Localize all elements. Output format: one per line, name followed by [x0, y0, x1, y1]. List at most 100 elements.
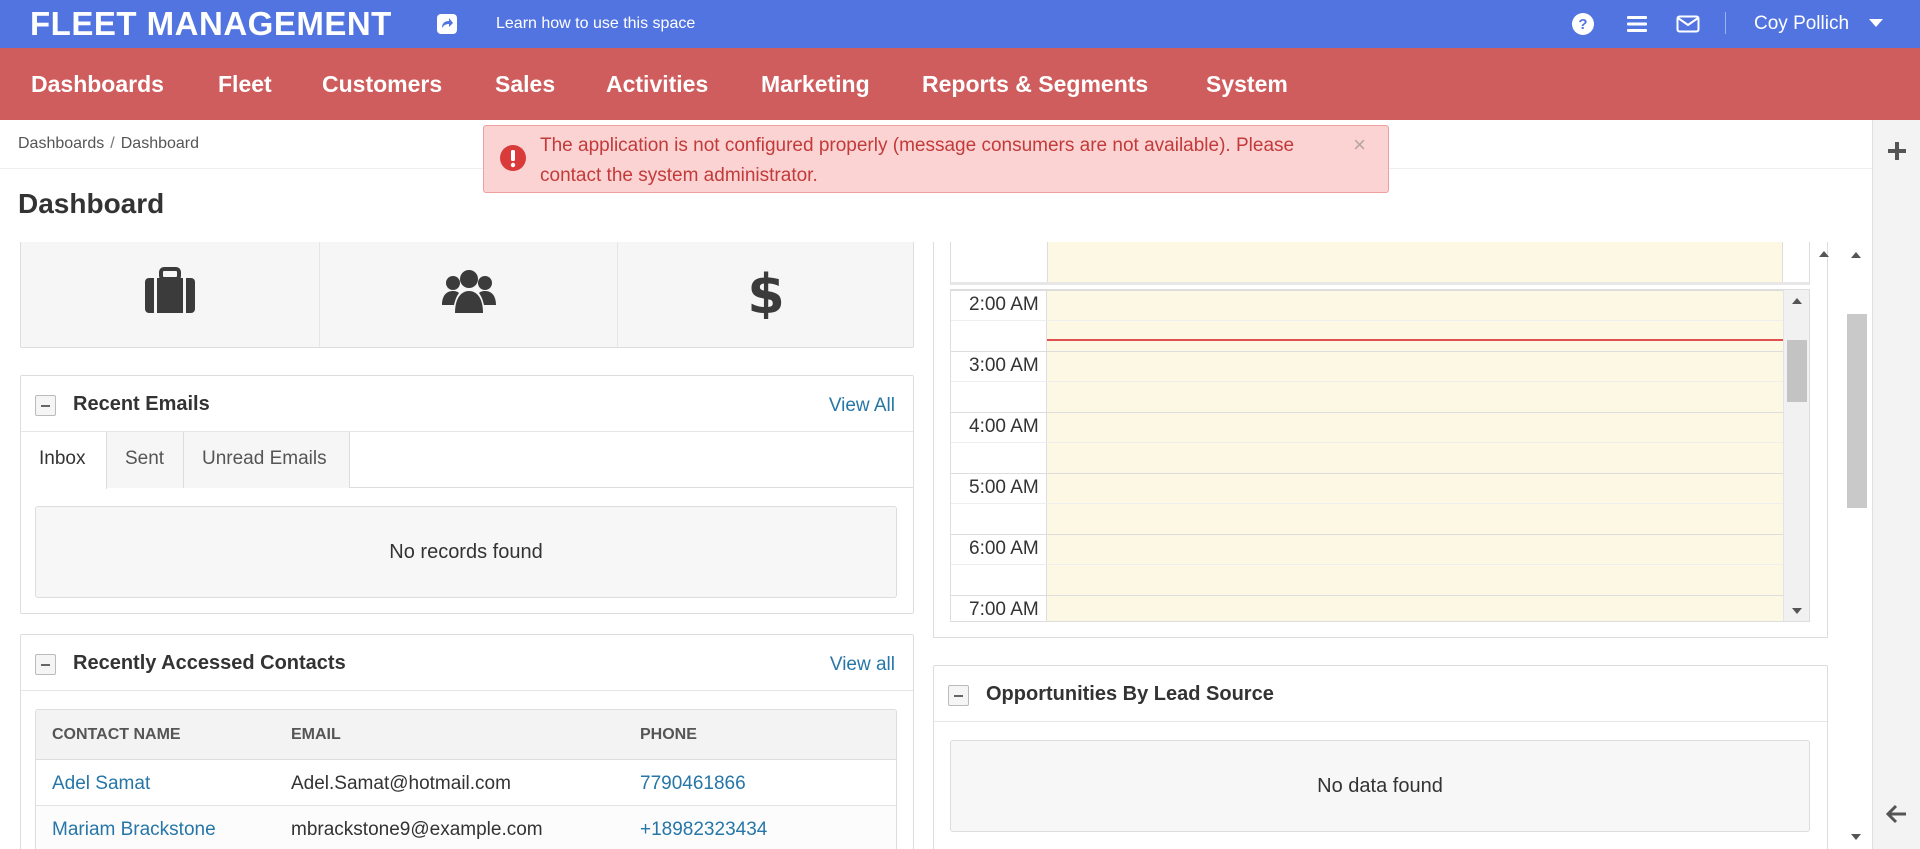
- widget-header: Recent Emails View All: [21, 376, 913, 432]
- calendar-scroll-thumb[interactable]: [1787, 340, 1807, 402]
- calendar-time-label: 4:00 AM: [969, 416, 1039, 437]
- caret-down-icon[interactable]: [1869, 19, 1883, 27]
- svg-text:?: ?: [1578, 16, 1587, 33]
- opportunities-by-lead-source-widget: Opportunities By Lead Source No data fou…: [933, 665, 1828, 849]
- page-scroll-thumb[interactable]: [1847, 314, 1867, 508]
- user-menu[interactable]: Coy Pollich: [1754, 13, 1849, 35]
- recent-emails-widget: Recent Emails View All Inbox Sent Unread…: [20, 375, 914, 614]
- menu-icon[interactable]: [1624, 11, 1650, 37]
- calendar-time-label: 7:00 AM: [969, 599, 1039, 620]
- recent-contacts-widget: Recently Accessed Contacts View all CONT…: [20, 634, 914, 849]
- svg-text:$: $: [747, 263, 785, 319]
- calendar-widget: 2:00 AM 3:00 AM 4:00 AM 5:00 AM 6:00 AM …: [933, 242, 1829, 638]
- collapse-button[interactable]: [948, 685, 969, 706]
- column-header-phone[interactable]: PHONE: [640, 726, 697, 744]
- breadcrumb-dashboards[interactable]: Dashboards: [18, 135, 104, 152]
- tab-inbox[interactable]: Inbox: [21, 432, 107, 489]
- tab-sent[interactable]: Sent: [107, 432, 184, 488]
- collapse-button[interactable]: [35, 395, 56, 416]
- nav-item-customers[interactable]: Customers: [322, 71, 442, 98]
- contact-email: Adel.Samat@hotmail.com: [291, 773, 511, 794]
- plus-icon[interactable]: [1886, 140, 1908, 162]
- breadcrumb-separator: /: [110, 135, 115, 152]
- nav-item-marketing[interactable]: Marketing: [761, 71, 870, 98]
- nav-item-reports-segments[interactable]: Reports & Segments: [922, 71, 1148, 98]
- widget-header: Recently Accessed Contacts View all: [21, 635, 913, 691]
- calendar-scrollbar[interactable]: [1783, 290, 1809, 621]
- current-time-indicator: [1047, 339, 1783, 341]
- users-icon: [441, 270, 496, 313]
- alert-message: The application is not configured proper…: [540, 135, 1295, 186]
- table-row[interactable]: Mariam Brackstone mbrackstone9@example.c…: [36, 806, 896, 849]
- page-title: Dashboard: [18, 188, 165, 219]
- nav-item-activities[interactable]: Activities: [606, 71, 708, 98]
- scroll-up-icon[interactable]: [1819, 251, 1829, 257]
- widget-title: Opportunities By Lead Source: [986, 683, 1274, 705]
- view-all-link[interactable]: View All: [829, 395, 895, 417]
- main-navigation: Dashboards Fleet Customers Sales Activit…: [0, 48, 1920, 120]
- calendar-all-day-row: [950, 242, 1829, 285]
- app-brand[interactable]: FLEET MANAGEMENT: [30, 5, 392, 43]
- tab-unread-emails[interactable]: Unread Emails: [184, 432, 350, 488]
- help-icon[interactable]: ?: [1570, 11, 1596, 37]
- dashboard-content: $ Recent Emails View All Inbox Sent Unre…: [0, 242, 1872, 849]
- table-row[interactable]: Adel Samat Adel.Samat@hotmail.com 779046…: [36, 760, 896, 806]
- calendar-half-hour-line: [951, 381, 1783, 382]
- quick-launch-contacts[interactable]: [319, 242, 617, 347]
- widget-title: Recently Accessed Contacts: [73, 652, 346, 674]
- scroll-down-icon[interactable]: [1792, 608, 1802, 614]
- close-icon[interactable]: ×: [1353, 130, 1366, 160]
- column-header-contact-name[interactable]: CONTACT NAME: [52, 726, 181, 744]
- dollar-icon: $: [747, 263, 785, 319]
- share-icon[interactable]: [436, 13, 458, 35]
- calendar-time-label: 6:00 AM: [969, 538, 1039, 559]
- calendar-time-grid: 2:00 AM 3:00 AM 4:00 AM 5:00 AM 6:00 AM …: [950, 289, 1810, 622]
- calendar-half-hour-line: [951, 320, 1783, 321]
- collapse-button[interactable]: [35, 654, 56, 675]
- error-alert: The application is not configured proper…: [483, 125, 1389, 193]
- calendar-time-label: 3:00 AM: [969, 355, 1039, 376]
- mail-icon[interactable]: [1675, 11, 1701, 37]
- calendar-time-label: 5:00 AM: [969, 477, 1039, 498]
- view-all-link[interactable]: View all: [830, 654, 895, 676]
- nav-item-system[interactable]: System: [1206, 71, 1288, 98]
- nav-item-fleet[interactable]: Fleet: [218, 71, 272, 98]
- learn-link[interactable]: Learn how to use this space: [496, 15, 695, 33]
- quick-launch-pad: $: [20, 242, 914, 348]
- calendar-half-hour-line: [951, 442, 1783, 443]
- column-header-email[interactable]: EMAIL: [291, 726, 341, 744]
- contact-name-link[interactable]: Mariam Brackstone: [52, 819, 216, 841]
- briefcase-icon: [145, 267, 195, 313]
- arrow-left-icon[interactable]: [1886, 803, 1908, 825]
- widget-title: Recent Emails: [73, 393, 210, 415]
- email-tabs: Inbox Sent Unread Emails: [21, 432, 913, 489]
- scroll-up-icon[interactable]: [1792, 298, 1802, 304]
- scroll-up-icon[interactable]: [1851, 252, 1861, 258]
- nav-item-sales[interactable]: Sales: [495, 71, 555, 98]
- calendar-half-hour-line: [951, 503, 1783, 504]
- page-scrollbar[interactable]: [1845, 242, 1867, 849]
- empty-state: No data found: [950, 740, 1810, 832]
- empty-state: No records found: [35, 506, 897, 598]
- right-sidebar: [1872, 120, 1920, 849]
- breadcrumb: Dashboards / Dashboard: [18, 135, 199, 153]
- contact-email: mbrackstone9@example.com: [291, 819, 543, 840]
- contacts-table: CONTACT NAME EMAIL PHONE Adel Samat Adel…: [35, 709, 897, 849]
- table-header-row: CONTACT NAME EMAIL PHONE: [36, 710, 896, 760]
- topbar-separator: [1725, 12, 1726, 34]
- contact-name-link[interactable]: Adel Samat: [52, 773, 150, 795]
- exclamation-circle-icon: [500, 145, 526, 171]
- top-bar: FLEET MANAGEMENT Learn how to use this s…: [0, 0, 1920, 48]
- calendar-slot[interactable]: [951, 595, 1783, 621]
- widget-header: Opportunities By Lead Source: [934, 666, 1827, 722]
- quick-launch-opportunities[interactable]: [21, 242, 319, 347]
- calendar-time-label: 2:00 AM: [969, 294, 1039, 315]
- breadcrumb-current: Dashboard: [120, 135, 200, 152]
- contact-phone-link[interactable]: +18982323434: [640, 819, 767, 841]
- calendar-half-hour-line: [951, 564, 1783, 565]
- nav-item-dashboards[interactable]: Dashboards: [31, 71, 164, 98]
- calendar-day-column[interactable]: [1047, 242, 1783, 282]
- contact-phone-link[interactable]: 7790461866: [640, 773, 746, 795]
- quick-launch-sales[interactable]: $: [617, 242, 913, 347]
- scroll-down-icon[interactable]: [1851, 834, 1861, 840]
